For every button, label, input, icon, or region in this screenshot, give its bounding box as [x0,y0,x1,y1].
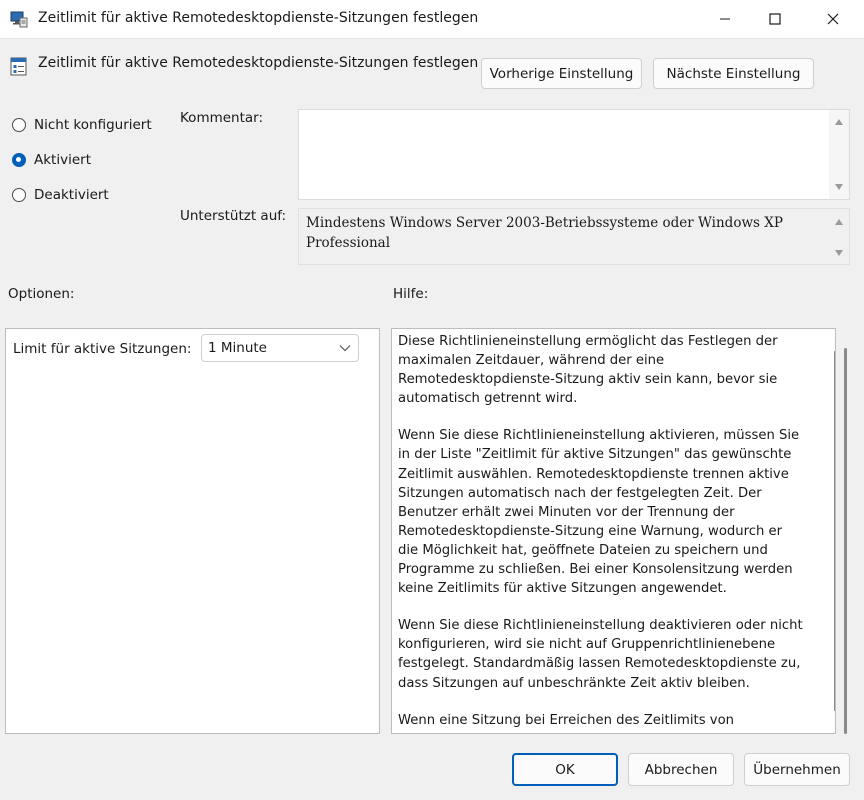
help-scrollbar-thumb[interactable] [834,351,835,711]
next-setting-button[interactable]: Nächste Einstellung [653,58,814,89]
chevron-down-icon [339,345,351,352]
ok-button[interactable]: OK [512,753,618,786]
window-title: Zeitlimit für aktive Remotedesktopdienst… [38,10,479,26]
minimize-icon [720,18,730,20]
help-panel: Diese Richtlinieneinstellung ermöglicht … [391,328,836,734]
policy-title: Zeitlimit für aktive Remotedesktopdienst… [38,55,479,71]
help-paragraph: Diese Richtlinieneinstellung ermöglicht … [398,334,778,407]
title-bar: Zeitlimit für aktive Remotedesktopdienst… [0,0,864,39]
policy-setting-icon [10,57,27,76]
radio-label: Aktiviert [34,152,91,168]
comment-label: Kommentar: [180,110,264,126]
limit-select-value: 1 Minute [208,340,267,356]
scroll-down-icon [835,184,843,190]
help-text: Diese Richtlinieneinstellung ermöglicht … [398,332,803,733]
scroll-up-icon [835,119,843,125]
scroll-up-icon [835,219,843,225]
close-icon [827,13,839,25]
help-paragraph: Wenn eine Sitzung bei Erreichen des Zeit… [398,712,735,728]
supported-box: Mindestens Windows Server 2003-Betriebss… [298,208,850,265]
minimize-button[interactable] [702,0,748,38]
supported-value: Mindestens Windows Server 2003-Betriebss… [306,215,783,251]
help-scrollbar[interactable] [844,348,847,734]
scroll-down-icon [835,250,843,256]
radio-label: Nicht konfiguriert [34,117,152,133]
cancel-button[interactable]: Abbrechen [628,753,734,786]
radio-circle [12,188,26,202]
radio-circle-checked [12,153,26,167]
options-panel: Limit für aktive Sitzungen: 1 Minute [5,328,380,734]
supported-label: Unterstützt auf: [180,208,287,224]
radio-circle [12,118,26,132]
options-section-label: Optionen: [8,286,75,302]
comment-textarea[interactable] [298,109,850,200]
help-section-label: Hilfe: [393,286,429,302]
close-button[interactable] [810,0,856,38]
apply-button[interactable]: Übernehmen [744,753,850,786]
radio-disabled[interactable]: Deaktiviert [12,187,109,203]
policy-window-icon [10,11,28,28]
supported-scrollbar[interactable] [829,209,849,264]
radio-label: Deaktiviert [34,187,109,203]
help-paragraph: Wenn Sie diese Richtlinieneinstellung ak… [398,428,800,597]
maximize-icon [769,13,781,25]
help-paragraph: Wenn Sie diese Richtlinieneinstellung de… [398,618,803,691]
previous-setting-button[interactable]: Vorherige Einstellung [481,58,642,89]
limit-select[interactable]: 1 Minute [201,334,359,362]
comment-scrollbar[interactable] [829,110,849,199]
maximize-button[interactable] [752,0,798,38]
limit-label: Limit für aktive Sitzungen: [13,341,192,357]
radio-not-configured[interactable]: Nicht konfiguriert [12,117,152,133]
radio-enabled[interactable]: Aktiviert [12,152,91,168]
